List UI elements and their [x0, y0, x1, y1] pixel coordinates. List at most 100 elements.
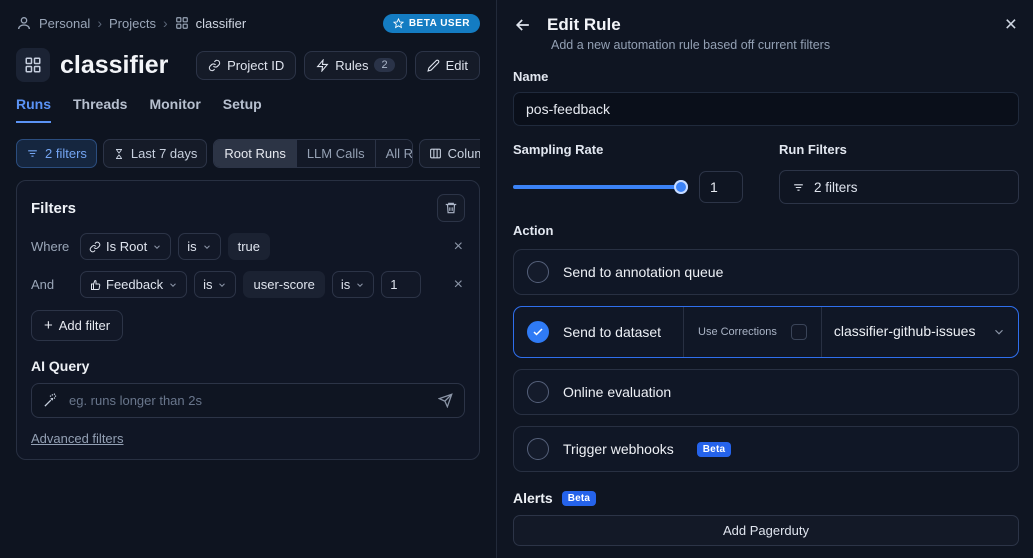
option-label: Send to annotation queue [563, 264, 724, 280]
dataset-select[interactable]: classifier-github-issues [820, 307, 1009, 357]
clear-filters-button[interactable] [437, 194, 465, 222]
field-label: Is Root [106, 239, 148, 254]
action-option-trigger-webhooks[interactable]: Trigger webhooks Beta [513, 426, 1019, 472]
app: Personal › Projects › classifier BETA US… [0, 0, 1033, 558]
conjunction-label: And [31, 277, 55, 292]
radio-unselected[interactable] [527, 438, 549, 460]
chevron-down-icon [168, 280, 178, 290]
project-actions: Project ID Rules 2 Edit [196, 50, 480, 80]
action-option-online-evaluation[interactable]: Online evaluation [513, 369, 1019, 415]
alerts-section-label: Alerts Beta [513, 490, 1019, 506]
action-option-send-to-dataset[interactable]: Send to dataset Use Corrections classifi… [513, 306, 1019, 358]
sampling-rate-value[interactable]: 1 [699, 171, 743, 203]
add-filter-button[interactable]: + Add filter [31, 310, 124, 341]
sampling-rate-column: Sampling Rate 1 [513, 142, 755, 204]
chevron-right-icon: › [97, 15, 102, 31]
conjunction-label: Where [31, 239, 70, 254]
chevron-down-icon [202, 242, 212, 252]
sampling-rate-label: Sampling Rate [513, 142, 604, 157]
operator-label: is [203, 277, 213, 292]
rules-button[interactable]: Rules 2 [304, 50, 407, 80]
field-label: Feedback [106, 277, 164, 292]
beta-user-badge: BETA USER [382, 13, 480, 33]
project-id-button[interactable]: Project ID [196, 50, 297, 80]
radio-unselected[interactable] [527, 261, 549, 283]
filters-count-label: 2 filters [45, 146, 87, 161]
close-icon[interactable]: × [1003, 14, 1019, 35]
breadcrumb-personal[interactable]: Personal [39, 16, 90, 31]
run-filters-column: Run Filters 2 filters [779, 142, 1019, 204]
rules-icon [316, 58, 329, 72]
segment-all-runs[interactable]: All R [375, 140, 412, 167]
breadcrumb-classifier[interactable]: classifier [196, 16, 247, 31]
name-label: Name [513, 69, 549, 84]
filter-icon [792, 181, 805, 194]
pencil-icon [426, 59, 440, 72]
beta-user-label: BETA USER [408, 17, 470, 29]
sampling-rate-slider[interactable] [513, 180, 688, 194]
option-label: Online evaluation [563, 384, 672, 400]
action-option-annotation-queue[interactable]: Send to annotation queue [513, 249, 1019, 295]
edit-rule-drawer: Edit Rule × Add a new automation rule ba… [497, 0, 1033, 558]
action-label: Action [513, 223, 554, 238]
add-pagerduty-button[interactable]: Add Pagerduty [513, 515, 1019, 546]
tab-runs[interactable]: Runs [16, 96, 51, 123]
add-filter-label: Add filter [58, 318, 111, 333]
drawer-subtitle: Add a new automation rule based off curr… [551, 38, 831, 52]
filter-value-input[interactable]: 1 [381, 271, 422, 298]
back-arrow-icon[interactable] [513, 15, 533, 35]
run-filters-value: 2 filters [814, 179, 858, 195]
project-grid-icon [16, 48, 50, 82]
drawer-title: Edit Rule [547, 14, 621, 34]
hourglass-icon [113, 148, 125, 160]
run-type-segment: Root Runs LLM Calls All R [213, 139, 413, 168]
radio-unselected[interactable] [527, 381, 549, 403]
segment-llm-calls[interactable]: LLM Calls [296, 140, 376, 167]
filters-panel-header: Filters [31, 194, 465, 222]
link-icon [208, 59, 221, 72]
filter-value-chip[interactable]: true [227, 233, 270, 260]
chevron-down-icon [355, 280, 365, 290]
breadcrumb: Personal › Projects › classifier BETA US… [16, 10, 480, 36]
run-filters-button[interactable]: 2 filters [779, 170, 1019, 204]
date-range-button[interactable]: Last 7 days [102, 139, 208, 168]
operator-select[interactable]: is [194, 271, 237, 298]
filter-row-2: And Feedback is user-score is 1 × [31, 271, 465, 298]
use-corrections-checkbox[interactable] [790, 324, 807, 340]
star-icon [392, 17, 404, 29]
tab-monitor[interactable]: Monitor [149, 96, 200, 123]
remove-filter-icon[interactable]: × [452, 275, 465, 295]
project-panel: Personal › Projects › classifier BETA US… [0, 0, 497, 558]
field-select[interactable]: Feedback [80, 271, 188, 298]
runs-toolbar: 2 filters Last 7 days Root Runs LLM Call… [16, 139, 480, 168]
rules-count-badge: 2 [374, 58, 395, 72]
send-icon[interactable] [438, 393, 453, 408]
dataset-value: classifier-github-issues [833, 323, 976, 340]
feedback-key-chip[interactable]: user-score [243, 271, 325, 298]
advanced-filters-link[interactable]: Advanced filters [31, 431, 124, 446]
edit-button[interactable]: Edit [414, 50, 480, 80]
trash-icon [444, 201, 458, 215]
segment-root-runs[interactable]: Root Runs [214, 140, 297, 167]
breadcrumb-projects[interactable]: Projects [109, 16, 156, 31]
rule-name-input[interactable] [513, 92, 1019, 126]
project-id-label: Project ID [227, 57, 285, 73]
edit-label: Edit [445, 57, 468, 73]
slider-knob[interactable] [674, 180, 688, 194]
remove-filter-icon[interactable]: × [452, 237, 465, 257]
operator-select-2[interactable]: is [331, 271, 375, 298]
beta-badge: Beta [696, 441, 732, 457]
filters-button[interactable]: 2 filters [16, 139, 97, 168]
tab-threads[interactable]: Threads [73, 96, 127, 123]
magic-wand-icon [43, 393, 58, 408]
radio-selected[interactable] [527, 321, 549, 343]
field-select[interactable]: Is Root [80, 233, 172, 260]
ai-query-box [31, 383, 465, 418]
ai-query-input[interactable] [67, 392, 429, 409]
operator-select[interactable]: is [178, 233, 221, 260]
columns-label: Columns [447, 146, 480, 161]
tab-setup[interactable]: Setup [223, 96, 262, 123]
ai-query-label: AI Query [31, 358, 90, 374]
filter-row-1: Where Is Root is true × [31, 233, 465, 260]
columns-button[interactable]: Columns [418, 139, 480, 168]
